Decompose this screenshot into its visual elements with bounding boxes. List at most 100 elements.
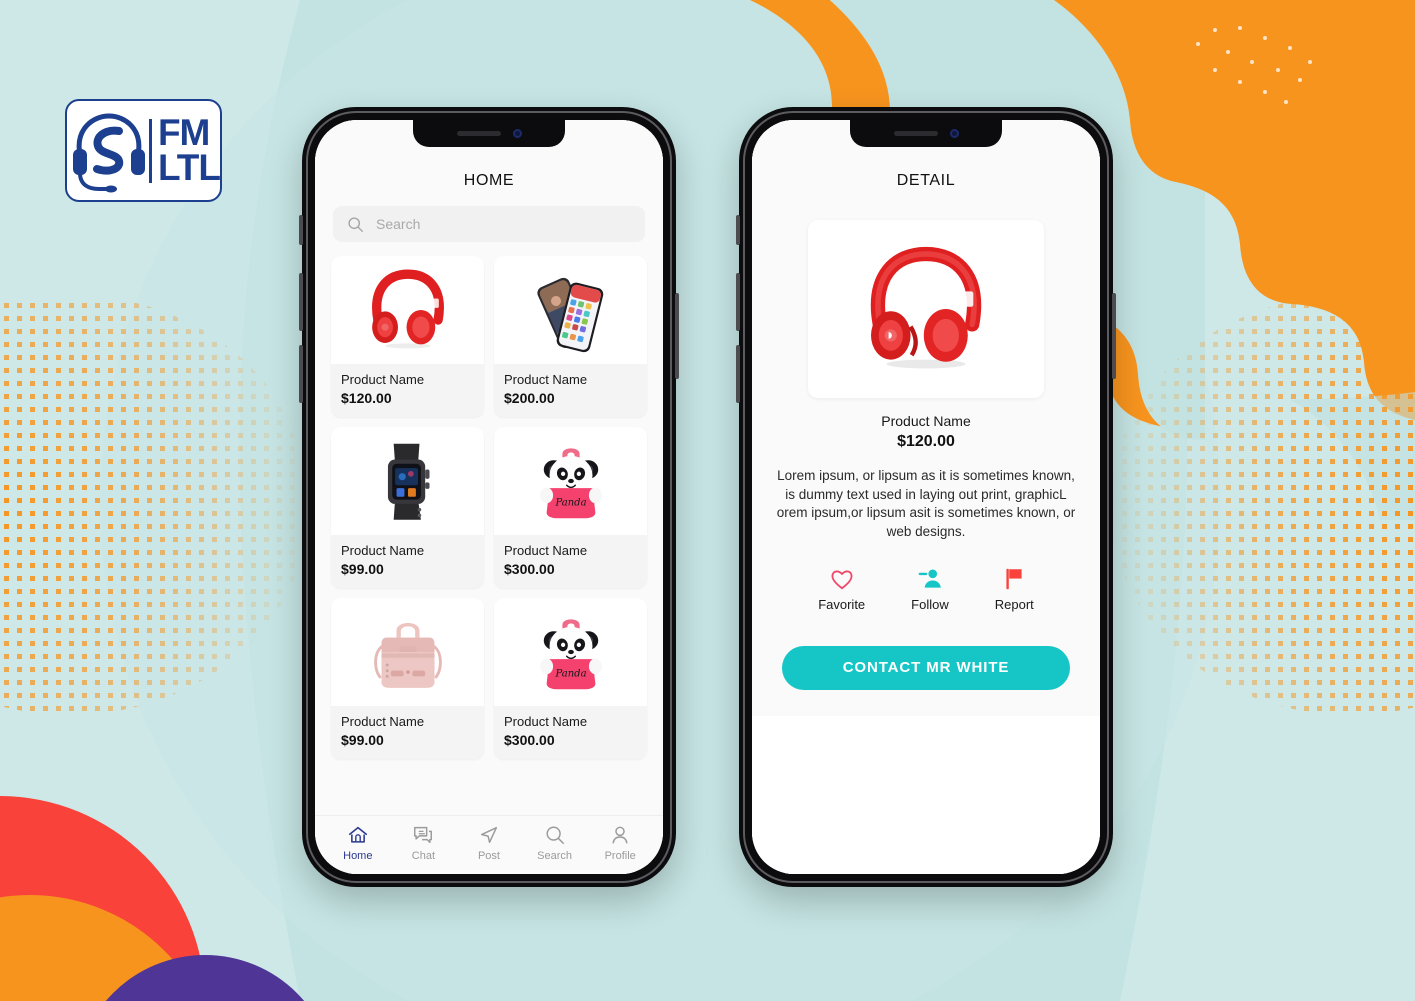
phone-volume-down-button	[299, 345, 303, 403]
product-image: Panda	[494, 427, 647, 536]
product-card[interactable]: Panda Product Name $300.00	[494, 427, 647, 589]
smartwatch-icon	[387, 443, 429, 520]
product-image	[331, 256, 484, 364]
product-name: Product Name	[504, 372, 588, 387]
product-meta: Product Name $200.00	[494, 364, 647, 417]
product-meta: Product Name $300.00	[494, 706, 647, 759]
send-icon	[480, 826, 498, 844]
detail-bottom-spacer	[752, 715, 1100, 874]
red-headphones-icon	[371, 269, 444, 349]
product-name: Product Name	[341, 372, 425, 387]
headset-s-logo-icon	[73, 112, 145, 192]
product-meta: Product Name $300.00	[494, 535, 647, 588]
heart-outline-icon	[831, 570, 853, 589]
contact-seller-button[interactable]: CONTACT MR WHITE	[782, 645, 1070, 690]
product-name: Product Name	[504, 714, 588, 730]
product-card[interactable]: Product Name $200.00	[494, 256, 647, 418]
search-icon	[546, 826, 564, 844]
home-screen: HOME Search Product Name $120.00 Product…	[315, 120, 663, 874]
tab-chat[interactable]: Chat	[391, 824, 457, 862]
earpiece-speaker-icon	[893, 131, 938, 136]
person-add-icon	[918, 568, 941, 588]
red-headphones-icon	[870, 246, 982, 369]
bottom-tab-bar: Home Chat Post Search Profile	[315, 815, 663, 874]
product-card[interactable]: Panda Product Name $300.00	[494, 598, 647, 760]
earpiece-speaker-icon	[456, 131, 501, 136]
detail-product-name: Product Name	[881, 413, 971, 429]
product-name: Product Name	[504, 543, 588, 559]
product-name: Product Name	[341, 543, 425, 559]
halftone-right	[1110, 295, 1415, 715]
tab-profile[interactable]: Profile	[587, 824, 653, 862]
cta-container: CONTACT MR WHITE	[752, 612, 1100, 690]
home-icon	[348, 826, 367, 843]
panda-backpack-icon: Panda	[539, 619, 602, 690]
product-grid: Product Name $120.00 Product Name $200.0…	[315, 256, 663, 815]
product-card[interactable]: Product Name $99.00	[331, 427, 484, 589]
product-meta: Product Name $120.00	[331, 364, 484, 417]
front-camera-icon	[512, 129, 522, 138]
logo-wordmark: FM LTL	[157, 112, 220, 188]
search-bar-container	[315, 206, 663, 256]
product-price: $300.00	[504, 560, 555, 577]
flag-icon	[1006, 568, 1022, 589]
action-label: Favorite	[818, 596, 866, 612]
tab-label: Profile	[604, 850, 636, 862]
phone-power-button	[1112, 293, 1116, 379]
phone-mockup-detail: DETAIL Product Name $120.00 Lorem ipsum,…	[736, 107, 1116, 887]
product-price: $99.00	[341, 731, 384, 748]
product-image	[331, 598, 484, 707]
tab-post[interactable]: Post	[456, 824, 522, 862]
product-card[interactable]: Product Name $120.00	[331, 256, 484, 418]
tab-label: Post	[477, 850, 500, 862]
product-card[interactable]: Product Name $99.00	[331, 598, 484, 760]
tab-label: Search	[537, 850, 572, 862]
product-meta: Product Name $99.00	[331, 706, 484, 759]
action-favorite[interactable]: Favorite	[818, 566, 865, 612]
product-hero-image[interactable]	[808, 220, 1044, 398]
search-icon	[348, 216, 363, 232]
product-image: Panda	[494, 598, 647, 707]
svg-text:Panda: Panda	[554, 669, 586, 680]
front-camera-icon	[949, 129, 959, 138]
detail-screen: DETAIL Product Name $120.00 Lorem ipsum,…	[752, 120, 1100, 874]
detail-action-row: Favorite Follow Report	[752, 566, 1100, 612]
product-image	[331, 427, 484, 536]
action-follow[interactable]: Follow	[911, 566, 949, 612]
brand-logo: FM LTL	[65, 99, 222, 202]
phone-power-button	[675, 293, 679, 379]
smartphones-icon	[536, 277, 603, 353]
product-price: $99.00	[341, 560, 384, 577]
tab-label: Chat	[411, 850, 436, 862]
search-bar[interactable]	[333, 206, 645, 242]
phone-notch	[413, 120, 565, 147]
action-label: Report	[994, 596, 1034, 612]
chat-icon	[414, 826, 433, 844]
phone-volume-up-button	[736, 273, 740, 331]
product-price: $120.00	[341, 389, 392, 406]
product-name: Product Name	[341, 714, 425, 730]
tab-label: Home	[343, 850, 373, 862]
detail-product-description: Lorem ipsum, or lipsum as it is sometime…	[776, 468, 1076, 539]
tab-home[interactable]: Home	[325, 824, 391, 862]
person-icon	[612, 826, 628, 844]
halftone-left	[0, 295, 310, 715]
product-image	[494, 256, 647, 364]
phone-volume-up-button	[299, 273, 303, 331]
svg-text:Panda: Panda	[554, 498, 586, 509]
action-label: Follow	[911, 596, 949, 612]
phone-mute-switch	[299, 215, 303, 245]
logo-line-2: LTL	[157, 146, 220, 188]
product-price: $200.00	[504, 389, 555, 406]
product-meta: Product Name $99.00	[331, 535, 484, 588]
mockup-canvas: FM LTL HOME Search Product Name $120.00 …	[0, 0, 1415, 1001]
panda-backpack-icon: Panda	[539, 448, 602, 519]
phone-mute-switch	[736, 215, 740, 245]
logo-line-1: FM	[157, 112, 210, 154]
pink-handbag-icon	[373, 623, 442, 689]
tab-search[interactable]: Search	[522, 824, 588, 862]
phone-volume-down-button	[736, 345, 740, 403]
detail-product-price: $120.00	[897, 433, 955, 450]
action-report[interactable]: Report	[995, 566, 1034, 612]
search-input[interactable]	[376, 216, 631, 232]
